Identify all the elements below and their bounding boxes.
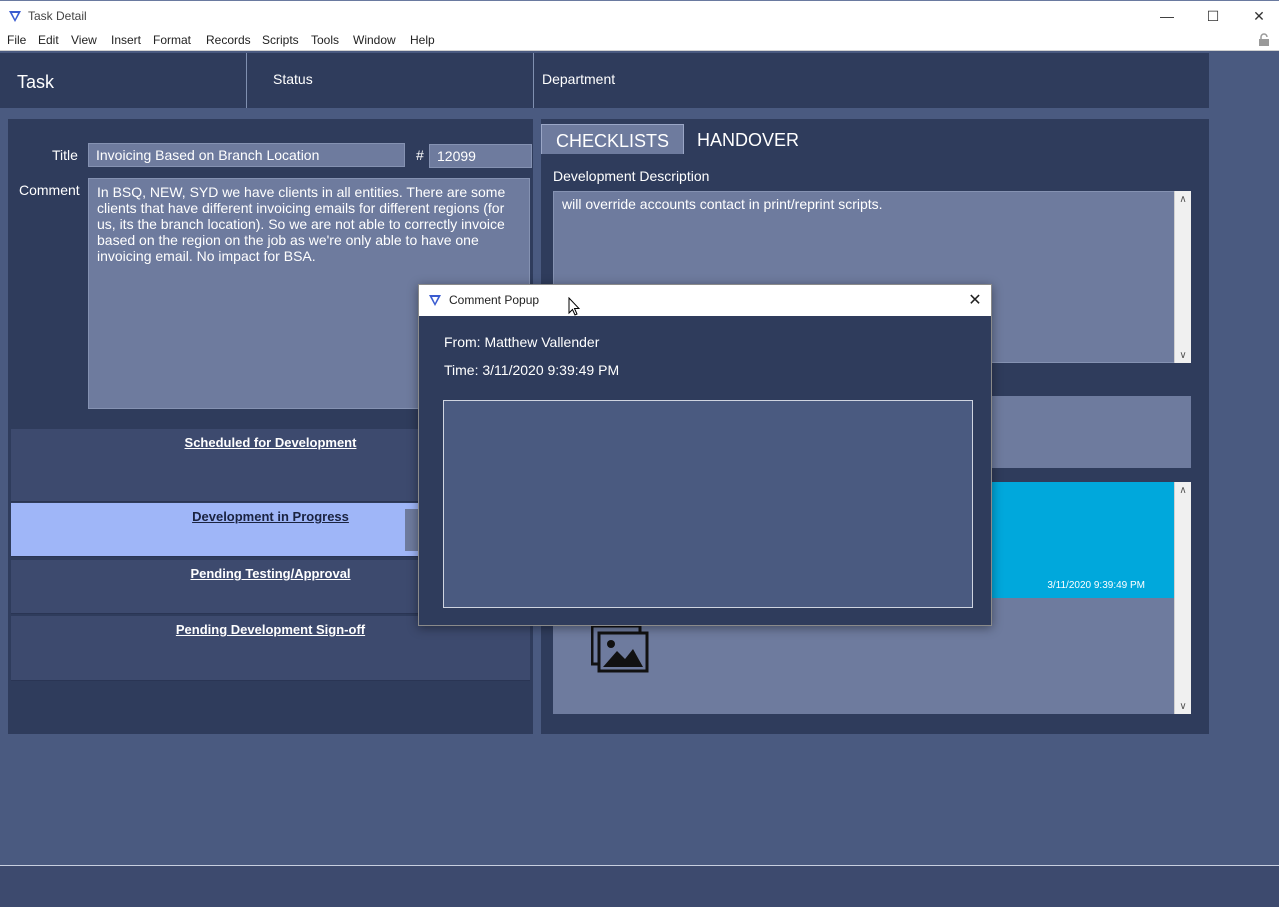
header-divider <box>246 53 247 108</box>
menu-scripts[interactable]: Scripts <box>262 33 299 47</box>
menu-records[interactable]: Records <box>206 33 251 47</box>
lock-icon[interactable] <box>1257 33 1271 47</box>
task-heading: Task <box>17 72 55 92</box>
message-timestamp: 3/11/2020 9:39:49 PM <box>1047 580 1145 591</box>
image-icon[interactable] <box>591 625 649 673</box>
cursor-icon <box>568 297 580 316</box>
minimize-icon[interactable]: — <box>1144 1 1190 31</box>
menu-edit[interactable]: Edit <box>38 33 59 47</box>
number-field[interactable]: 12099 <box>429 144 532 168</box>
app-icon <box>9 11 21 22</box>
app-icon <box>429 295 441 306</box>
tab-handover[interactable]: HANDOVER <box>683 124 813 154</box>
menu-tools[interactable]: Tools <box>311 33 339 47</box>
header-band: Task Status Department <box>0 53 1209 108</box>
popup-title: Comment Popup <box>449 293 540 307</box>
maximize-icon[interactable]: ☐ <box>1190 1 1236 31</box>
comment-popup: Comment Popup ✕ From: Matthew Vallender … <box>418 284 992 626</box>
popup-from: From: Matthew Vallender <box>444 334 600 350</box>
footer-band <box>0 866 1279 907</box>
header-divider <box>533 53 534 108</box>
menu-file[interactable]: File <box>7 33 26 47</box>
title-label: Title <box>52 147 78 163</box>
tab-checklists[interactable]: CHECKLISTS <box>541 124 685 154</box>
popup-comment-field[interactable] <box>443 400 973 608</box>
thread-scrollbar[interactable]: ∧ ∨ <box>1174 482 1191 714</box>
window-title: Task Detail <box>28 9 87 23</box>
development-description-label: Development Description <box>553 168 710 184</box>
status-heading: Status <box>273 71 313 87</box>
scroll-up-icon[interactable]: ∧ <box>1175 482 1191 498</box>
popup-titlebar[interactable]: Comment Popup ✕ <box>419 285 991 316</box>
menu-insert[interactable]: Insert <box>111 33 141 47</box>
popup-time: Time: 3/11/2020 9:39:49 PM <box>444 362 620 378</box>
scroll-down-icon[interactable]: ∨ <box>1175 698 1191 714</box>
menu-view[interactable]: View <box>71 33 97 47</box>
scroll-down-icon[interactable]: ∨ <box>1175 347 1191 363</box>
description-scrollbar[interactable]: ∧ ∨ <box>1174 191 1191 363</box>
scroll-up-icon[interactable]: ∧ <box>1175 191 1191 207</box>
menu-window[interactable]: Window <box>353 33 396 47</box>
menu-help[interactable]: Help <box>410 33 435 47</box>
comment-label: Comment <box>19 182 80 198</box>
window-titlebar: Task Detail — ☐ ✕ <box>0 0 1279 30</box>
title-field[interactable]: Invoicing Based on Branch Location <box>88 143 405 167</box>
menu-format[interactable]: Format <box>153 33 191 47</box>
close-icon[interactable]: ✕ <box>1236 1 1279 31</box>
department-heading: Department <box>542 71 616 87</box>
close-icon[interactable]: ✕ <box>963 288 987 312</box>
number-label: # <box>416 147 424 163</box>
menu-bar: File Edit View Insert Format Records Scr… <box>0 30 1279 51</box>
